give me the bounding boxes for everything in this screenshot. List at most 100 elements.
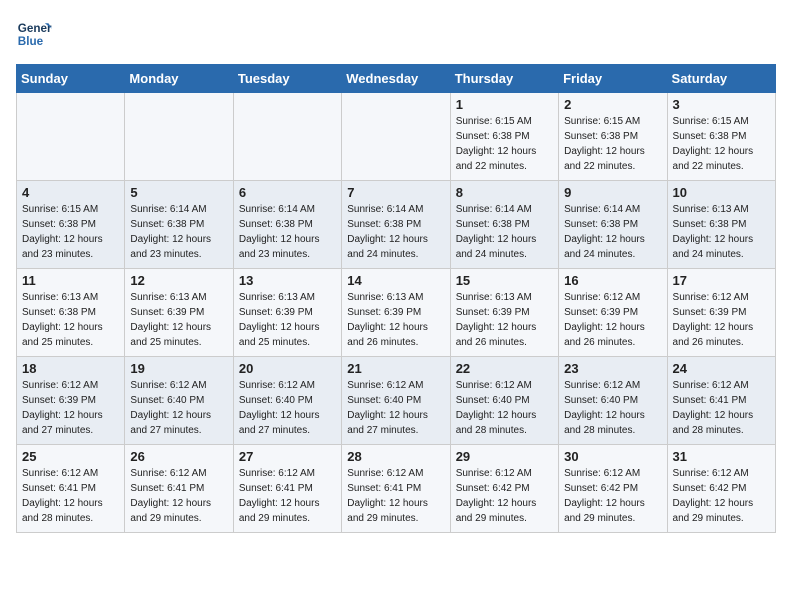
week-row-5: 25 Sunrise: 6:12 AM Sunset: 6:41 PM Dayli… <box>17 445 776 533</box>
day-cell <box>17 93 125 181</box>
day-cell: 26 Sunrise: 6:12 AM Sunset: 6:41 PM Dayli… <box>125 445 233 533</box>
day-cell <box>233 93 341 181</box>
header-sunday: Sunday <box>17 65 125 93</box>
day-number: 21 <box>347 361 444 376</box>
day-info: Sunrise: 6:15 AM Sunset: 6:38 PM Dayligh… <box>564 114 661 174</box>
day-number: 29 <box>456 449 553 464</box>
day-info: Sunrise: 6:12 AM Sunset: 6:41 PM Dayligh… <box>22 466 119 526</box>
day-number: 10 <box>673 185 770 200</box>
day-number: 9 <box>564 185 661 200</box>
day-info: Sunrise: 6:12 AM Sunset: 6:41 PM Dayligh… <box>130 466 227 526</box>
day-cell: 6Sunrise: 6:14 AM Sunset: 6:38 PM Daylig… <box>233 181 341 269</box>
day-info: Sunrise: 6:12 AM Sunset: 6:42 PM Dayligh… <box>456 466 553 526</box>
day-info: Sunrise: 6:12 AM Sunset: 6:42 PM Dayligh… <box>673 466 770 526</box>
day-number: 4 <box>22 185 119 200</box>
day-cell <box>125 93 233 181</box>
day-info: Sunrise: 6:13 AM Sunset: 6:38 PM Dayligh… <box>673 202 770 262</box>
page-header: General Blue <box>16 16 776 52</box>
day-cell: 5 Sunrise: 6:14 AM Sunset: 6:38 PM Daylig… <box>125 181 233 269</box>
day-info: Sunrise: 6:13 AM Sunset: 6:39 PM Dayligh… <box>239 290 336 350</box>
day-info: Sunrise: 6:13 AM Sunset: 6:39 PM Dayligh… <box>347 290 444 350</box>
header-row: SundayMondayTuesdayWednesdayThursdayFrid… <box>17 65 776 93</box>
day-number: 17 <box>673 273 770 288</box>
week-row-4: 18 Sunrise: 6:12 AM Sunset: 6:39 PM Dayli… <box>17 357 776 445</box>
day-info: Sunrise: 6:12 AM Sunset: 6:40 PM Dayligh… <box>456 378 553 438</box>
day-number: 11 <box>22 273 119 288</box>
header-wednesday: Wednesday <box>342 65 450 93</box>
day-number: 30 <box>564 449 661 464</box>
day-number: 2 <box>564 97 661 112</box>
day-cell: 11 Sunrise: 6:13 AM Sunset: 6:38 PM Dayli… <box>17 269 125 357</box>
day-info: Sunrise: 6:14 AM Sunset: 6:38 PM Dayligh… <box>130 202 227 262</box>
header-friday: Friday <box>559 65 667 93</box>
day-cell: 27 Sunrise: 6:12 AM Sunset: 6:41 PM Dayli… <box>233 445 341 533</box>
day-info: Sunrise: 6:12 AM Sunset: 6:39 PM Dayligh… <box>22 378 119 438</box>
day-cell: 17 Sunrise: 6:12 AM Sunset: 6:39 PM Dayli… <box>667 269 775 357</box>
day-number: 3 <box>673 97 770 112</box>
day-cell: 22 Sunrise: 6:12 AM Sunset: 6:40 PM Dayli… <box>450 357 558 445</box>
day-cell: 15Sunrise: 6:13 AM Sunset: 6:39 PM Dayli… <box>450 269 558 357</box>
day-number: 20 <box>239 361 336 376</box>
day-info: Sunrise: 6:12 AM Sunset: 6:41 PM Dayligh… <box>239 466 336 526</box>
day-info: Sunrise: 6:13 AM Sunset: 6:39 PM Dayligh… <box>130 290 227 350</box>
logo: General Blue <box>16 16 52 52</box>
day-number: 25 <box>22 449 119 464</box>
day-cell: 7 Sunrise: 6:14 AM Sunset: 6:38 PM Daylig… <box>342 181 450 269</box>
day-number: 14 <box>347 273 444 288</box>
day-cell: 25 Sunrise: 6:12 AM Sunset: 6:41 PM Dayli… <box>17 445 125 533</box>
header-tuesday: Tuesday <box>233 65 341 93</box>
header-saturday: Saturday <box>667 65 775 93</box>
day-info: Sunrise: 6:14 AM Sunset: 6:38 PM Dayligh… <box>347 202 444 262</box>
day-number: 26 <box>130 449 227 464</box>
day-number: 28 <box>347 449 444 464</box>
day-info: Sunrise: 6:15 AM Sunset: 6:38 PM Dayligh… <box>673 114 770 174</box>
day-info: Sunrise: 6:12 AM Sunset: 6:41 PM Dayligh… <box>673 378 770 438</box>
day-cell: 13 Sunrise: 6:13 AM Sunset: 6:39 PM Dayli… <box>233 269 341 357</box>
day-number: 8 <box>456 185 553 200</box>
header-monday: Monday <box>125 65 233 93</box>
week-row-3: 11 Sunrise: 6:13 AM Sunset: 6:38 PM Dayli… <box>17 269 776 357</box>
day-number: 12 <box>130 273 227 288</box>
day-number: 5 <box>130 185 227 200</box>
day-info: Sunrise: 6:12 AM Sunset: 6:41 PM Dayligh… <box>347 466 444 526</box>
day-info: Sunrise: 6:12 AM Sunset: 6:39 PM Dayligh… <box>564 290 661 350</box>
day-number: 27 <box>239 449 336 464</box>
day-cell: 16 Sunrise: 6:12 AM Sunset: 6:39 PM Dayli… <box>559 269 667 357</box>
day-cell: 9 Sunrise: 6:14 AM Sunset: 6:38 PM Daylig… <box>559 181 667 269</box>
day-cell: 28 Sunrise: 6:12 AM Sunset: 6:41 PM Dayli… <box>342 445 450 533</box>
day-info: Sunrise: 6:14 AM Sunset: 6:38 PM Dayligh… <box>456 202 553 262</box>
day-cell: 12 Sunrise: 6:13 AM Sunset: 6:39 PM Dayli… <box>125 269 233 357</box>
day-number: 19 <box>130 361 227 376</box>
day-cell: 2 Sunrise: 6:15 AM Sunset: 6:38 PM Daylig… <box>559 93 667 181</box>
day-cell: 10 Sunrise: 6:13 AM Sunset: 6:38 PM Dayli… <box>667 181 775 269</box>
day-cell: 4 Sunrise: 6:15 AM Sunset: 6:38 PM Daylig… <box>17 181 125 269</box>
day-info: Sunrise: 6:13 AM Sunset: 6:38 PM Dayligh… <box>22 290 119 350</box>
day-number: 15 <box>456 273 553 288</box>
day-number: 7 <box>347 185 444 200</box>
day-cell: 31 Sunrise: 6:12 AM Sunset: 6:42 PM Dayli… <box>667 445 775 533</box>
day-number: 31 <box>673 449 770 464</box>
day-number: 16 <box>564 273 661 288</box>
day-info: Sunrise: 6:12 AM Sunset: 6:40 PM Dayligh… <box>130 378 227 438</box>
day-info: Sunrise: 6:12 AM Sunset: 6:42 PM Dayligh… <box>564 466 661 526</box>
day-cell: 29 Sunrise: 6:12 AM Sunset: 6:42 PM Dayli… <box>450 445 558 533</box>
day-number: 1 <box>456 97 553 112</box>
day-info: Sunrise: 6:14 AM Sunset: 6:38 PM Dayligh… <box>564 202 661 262</box>
day-number: 23 <box>564 361 661 376</box>
day-cell: 23 Sunrise: 6:12 AM Sunset: 6:40 PM Dayli… <box>559 357 667 445</box>
day-info: Sunrise: 6:15 AM Sunset: 6:38 PM Dayligh… <box>456 114 553 174</box>
day-info: Sunrise: 6:12 AM Sunset: 6:40 PM Dayligh… <box>564 378 661 438</box>
day-number: 24 <box>673 361 770 376</box>
week-row-1: 1 Sunrise: 6:15 AM Sunset: 6:38 PM Daylig… <box>17 93 776 181</box>
day-cell: 8 Sunrise: 6:14 AM Sunset: 6:38 PM Daylig… <box>450 181 558 269</box>
day-cell: 1 Sunrise: 6:15 AM Sunset: 6:38 PM Daylig… <box>450 93 558 181</box>
day-info: Sunrise: 6:15 AM Sunset: 6:38 PM Dayligh… <box>22 202 119 262</box>
day-cell: 30 Sunrise: 6:12 AM Sunset: 6:42 PM Dayli… <box>559 445 667 533</box>
day-cell: 19 Sunrise: 6:12 AM Sunset: 6:40 PM Dayli… <box>125 357 233 445</box>
day-info: Sunrise: 6:12 AM Sunset: 6:40 PM Dayligh… <box>347 378 444 438</box>
day-info: Sunrise: 6:12 AM Sunset: 6:39 PM Dayligh… <box>673 290 770 350</box>
logo-icon: General Blue <box>16 16 52 52</box>
day-number: 13 <box>239 273 336 288</box>
day-number: 18 <box>22 361 119 376</box>
day-number: 22 <box>456 361 553 376</box>
